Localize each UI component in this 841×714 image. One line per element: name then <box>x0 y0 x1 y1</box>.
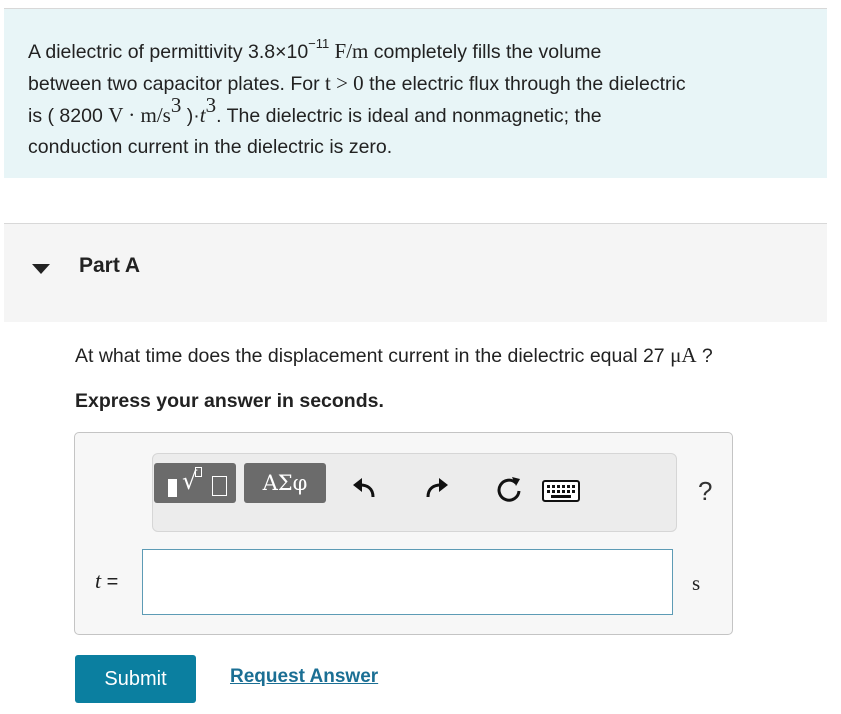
answer-input[interactable] <box>142 549 673 615</box>
part-title: Part A <box>79 254 141 277</box>
request-answer-link[interactable]: Request Answer <box>230 666 378 688</box>
problem-line-4: conduction current in the dielectric is … <box>28 136 393 158</box>
keyboard-icon[interactable] <box>541 473 583 507</box>
collapse-caret-icon[interactable] <box>32 264 50 274</box>
greek-letters-icon[interactable]: ΑΣφ <box>244 463 326 503</box>
part-a-header[interactable]: Part A <box>4 224 827 322</box>
submit-button[interactable]: Submit <box>75 655 196 703</box>
math-toolbar: √ ΑΣφ ? <box>152 453 712 532</box>
answer-instruction: Express your answer in seconds. <box>75 390 384 412</box>
problem-statement: A dielectric of permittivity 3.8×10−11 F… <box>4 9 827 178</box>
templates-icon[interactable]: √ <box>154 463 236 503</box>
answer-unit-label: s <box>692 571 701 595</box>
answer-variable-label: t = <box>95 568 119 593</box>
answer-panel: √ ΑΣφ ? t = s <box>74 432 733 635</box>
help-icon[interactable]: ? <box>698 476 712 507</box>
redo-icon[interactable] <box>420 473 454 507</box>
problem-line-1: A dielectric of permittivity 3.8×10−11 F… <box>28 35 602 64</box>
undo-icon[interactable] <box>347 473 381 507</box>
question-text: At what time does the displacement curre… <box>75 343 713 367</box>
problem-line-2: between two capacitor plates. For t > 0 … <box>28 71 686 95</box>
reset-icon[interactable] <box>492 473 526 507</box>
problem-line-3: is ( 8200 V · m/s3 )·t3. The dielectric … <box>28 92 602 127</box>
